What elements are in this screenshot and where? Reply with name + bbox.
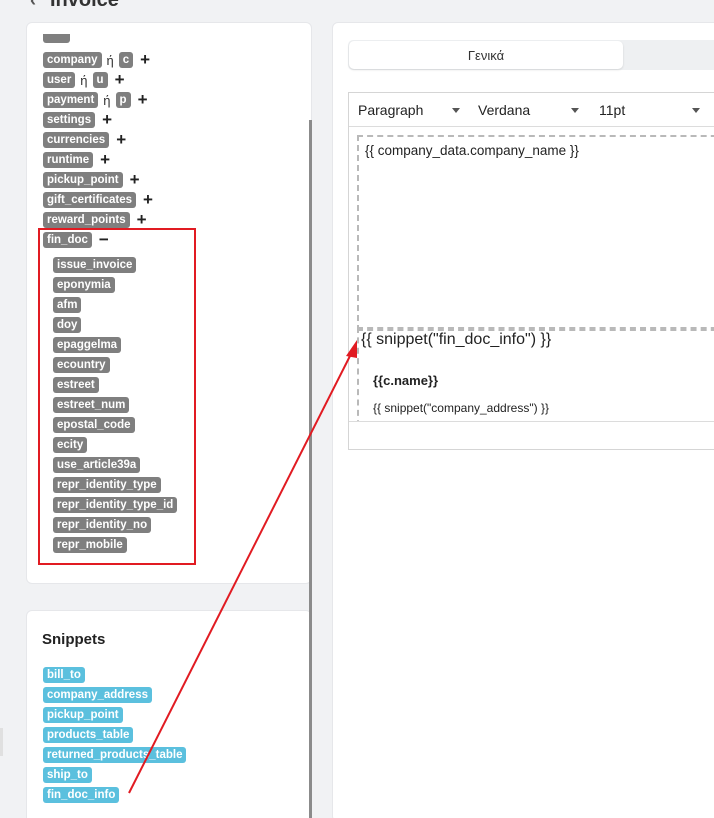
or-separator: ή (103, 92, 111, 108)
variable-tag-company[interactable]: company (43, 52, 102, 68)
snippet-tag[interactable]: bill_to (43, 667, 85, 683)
variable-tag-pickup-point[interactable]: pickup_point (43, 172, 123, 188)
variable-row-settings: settings + (43, 111, 112, 128)
snippet-tag[interactable]: fin_doc_info (43, 787, 120, 803)
chevron-down-icon[interactable] (571, 108, 579, 113)
snippets-title: Snippets (42, 631, 106, 648)
variable-alias-p[interactable]: p (115, 92, 131, 108)
page-title: Invoice (50, 0, 119, 12)
variable-alias-u[interactable]: u (92, 72, 108, 88)
snippet-tag[interactable]: returned_products_table (43, 747, 187, 763)
expand-plus-icon[interactable]: + (138, 91, 148, 108)
variable-alias-c[interactable]: c (118, 52, 134, 68)
variable-row-payment: payment ή p + (43, 91, 148, 108)
editor-section[interactable]: {{ snippet("fin_doc_info") }} {{c.name}}… (357, 327, 714, 421)
expand-plus-icon[interactable]: + (115, 71, 125, 88)
tab-general[interactable]: Γενικά (349, 41, 623, 69)
expand-plus-icon[interactable]: + (143, 191, 153, 208)
expand-plus-icon[interactable]: + (116, 131, 126, 148)
company-name-variable: {{c.name}} (373, 373, 439, 388)
fin-doc-info-snippet-placeholder: {{ snippet("fin_doc_info") }} (361, 331, 552, 348)
or-separator: ή (80, 72, 88, 88)
expand-plus-icon[interactable]: + (140, 51, 150, 68)
snippet-tag[interactable]: pickup_point (43, 707, 123, 723)
variable-tag-runtime[interactable]: runtime (43, 152, 94, 168)
scrollbar[interactable] (309, 120, 312, 818)
left-edge-tab (0, 728, 3, 756)
variable-row-runtime: runtime + (43, 151, 110, 168)
editor-statusbar (349, 421, 714, 422)
snippet-tag[interactable]: ship_to (43, 767, 92, 783)
variable-tag-gift-certificates[interactable]: gift_certificates (43, 192, 137, 208)
variable-tag-payment[interactable]: payment (43, 92, 99, 108)
back-icon[interactable]: ‹ (30, 0, 36, 11)
expand-plus-icon[interactable]: + (102, 111, 112, 128)
expand-plus-icon[interactable]: + (137, 211, 147, 228)
company-name-placeholder: {{ company_data.company_name }} (365, 143, 579, 158)
snippet-tag[interactable]: products_table (43, 727, 134, 743)
or-separator: ή (106, 52, 114, 68)
variable-tag-settings[interactable]: settings (43, 112, 96, 128)
font-size-select[interactable]: 11pt (599, 93, 625, 127)
variable-row-reward-points: reward_points + (43, 211, 147, 228)
chevron-down-icon[interactable] (692, 108, 700, 113)
variable-row-partial (43, 34, 71, 44)
page: ‹ Invoice company ή c + user ή u + payme… (0, 0, 714, 818)
highlight-annotation-box (38, 228, 196, 565)
font-family-select[interactable]: Verdana (478, 93, 530, 127)
chevron-down-icon[interactable] (452, 108, 460, 113)
variable-tag-partial[interactable] (43, 34, 71, 43)
company-address-snippet: {{ snippet("company_address") }} (373, 401, 549, 415)
editor-content[interactable]: {{ company_data.company_name }} {{ snipp… (349, 127, 714, 421)
block-format-select[interactable]: Paragraph (358, 93, 423, 127)
variable-tag-currencies[interactable]: currencies (43, 132, 110, 148)
variable-tag-reward-points[interactable]: reward_points (43, 212, 130, 228)
rich-text-editor[interactable]: Paragraph Verdana 11pt {{ company_data.c… (348, 92, 714, 450)
editor-toolbar: Paragraph Verdana 11pt (349, 93, 714, 127)
variable-row-user: user ή u + (43, 71, 125, 88)
variable-row-pickup-point: pickup_point + (43, 171, 140, 188)
snippet-tag[interactable]: company_address (43, 687, 152, 703)
editor-section[interactable]: {{ company_data.company_name }} (357, 135, 714, 331)
variable-row-gift-certificates: gift_certificates + (43, 191, 153, 208)
variable-row-company: company ή c + (43, 51, 150, 68)
page-header: ‹ Invoice (30, 0, 119, 12)
expand-plus-icon[interactable]: + (130, 171, 140, 188)
expand-plus-icon[interactable]: + (100, 151, 110, 168)
variable-tag-user[interactable]: user (43, 72, 76, 88)
variable-row-currencies: currencies + (43, 131, 126, 148)
